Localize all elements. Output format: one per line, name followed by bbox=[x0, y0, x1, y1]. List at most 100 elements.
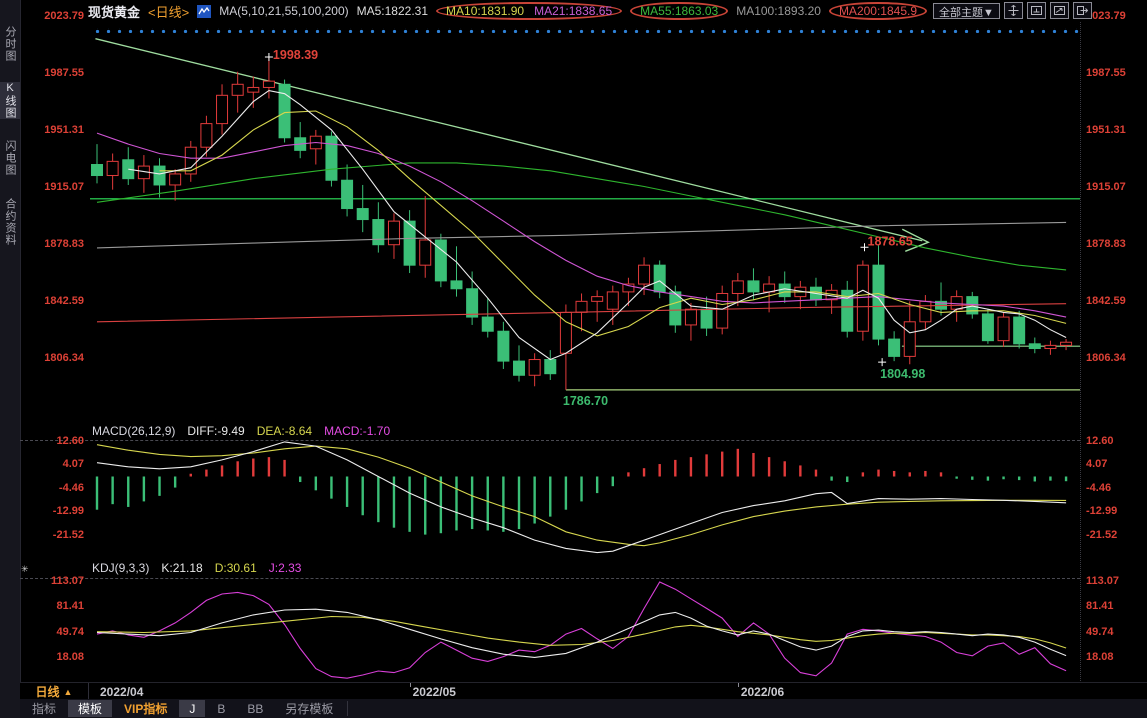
macd-histogram-bar bbox=[909, 472, 911, 476]
macd-histogram-bar bbox=[1002, 477, 1004, 480]
price-axis-label: 1987.55 bbox=[26, 67, 84, 79]
candle-body bbox=[498, 331, 509, 361]
candle-body bbox=[982, 314, 993, 341]
candle-body bbox=[857, 265, 868, 331]
candle-body bbox=[482, 317, 493, 331]
indicator-marker-icon[interactable]: ✳ bbox=[21, 564, 29, 575]
macd-axis-label: -4.46 bbox=[26, 482, 84, 494]
dotted-level-line bbox=[92, 28, 1080, 33]
macd-histogram-bar bbox=[815, 470, 817, 477]
tab-templates[interactable]: 模板 bbox=[68, 700, 112, 717]
candle-body bbox=[779, 284, 790, 297]
candle-body bbox=[904, 322, 915, 357]
macd-axis-label: -12.99 bbox=[1086, 505, 1117, 517]
chart-canvas[interactable]: 1998.391878.651804.981786.70 bbox=[0, 0, 1147, 718]
annotation-label: 1786.70 bbox=[563, 394, 608, 408]
macd-title: MACD(26,12,9) bbox=[92, 424, 175, 438]
date-tick bbox=[738, 683, 739, 687]
crosshair-icon[interactable] bbox=[1004, 2, 1023, 19]
macd-histogram-bar bbox=[96, 477, 98, 510]
candle-body bbox=[185, 147, 196, 174]
trendline bbox=[95, 39, 922, 241]
candle-body bbox=[685, 309, 696, 325]
macd-axis-label: -4.46 bbox=[1086, 482, 1111, 494]
candle-body bbox=[373, 220, 384, 245]
price-axis-label: 1842.59 bbox=[1086, 295, 1126, 307]
date-label: 2022/04 bbox=[100, 685, 143, 699]
macd-histogram-bar bbox=[315, 477, 317, 491]
macd-histogram-bar bbox=[549, 477, 551, 517]
kdj-j-line bbox=[97, 582, 1066, 678]
candle-body bbox=[592, 297, 603, 302]
ma55-value: MA55:1863.03 bbox=[640, 4, 718, 18]
tab-indicators[interactable]: 指标 bbox=[22, 700, 66, 717]
macd-panel-separator bbox=[20, 440, 1080, 441]
macd-histogram-bar bbox=[252, 459, 254, 477]
date-label: 2022/06 bbox=[741, 685, 784, 699]
price-axis-label: 1915.07 bbox=[26, 181, 84, 193]
candle-body bbox=[654, 265, 665, 292]
macd-histogram-bar bbox=[518, 477, 520, 530]
macd-histogram-bar bbox=[205, 470, 207, 477]
kdj-axis-label: 81.41 bbox=[26, 600, 84, 612]
macd-histogram-bar bbox=[987, 477, 989, 481]
timeframe-selector[interactable]: 日线 ▲ bbox=[20, 683, 89, 700]
macd-histogram-bar bbox=[1049, 477, 1051, 481]
tab-j[interactable]: J bbox=[179, 700, 205, 717]
macd-histogram-bar bbox=[690, 457, 692, 476]
tab-bb[interactable]: BB bbox=[237, 700, 273, 717]
symbol-name[interactable]: 现货黄金 bbox=[88, 2, 140, 21]
tab-separator bbox=[347, 701, 348, 716]
macd-histogram-bar bbox=[971, 477, 973, 480]
theme-selector-button[interactable]: 全部主题▼ bbox=[933, 3, 1000, 19]
tab-vip-indicators[interactable]: VIP指标 bbox=[114, 700, 177, 717]
annotation-ellipse-ma55: MA55:1863.03 bbox=[630, 2, 728, 20]
candle-body bbox=[998, 317, 1009, 341]
candle-body bbox=[232, 84, 243, 95]
macd-histogram-bar bbox=[408, 477, 410, 532]
candle-body bbox=[92, 165, 103, 176]
kdj-axis-label: 18.08 bbox=[1086, 651, 1114, 663]
annotation-label: 1998.39 bbox=[273, 48, 318, 62]
kdj-axis-label: 81.41 bbox=[1086, 600, 1114, 612]
candle-body bbox=[545, 360, 556, 374]
macd-histogram-bar bbox=[174, 477, 176, 488]
period-indicator[interactable]: <日线> bbox=[148, 2, 189, 21]
macd-histogram-bar bbox=[674, 460, 676, 477]
kline-icon[interactable] bbox=[197, 5, 211, 18]
price-axis-label: 1951.31 bbox=[1086, 124, 1126, 136]
candle-body bbox=[1029, 344, 1040, 349]
macd-diff-value: DIFF:-9.49 bbox=[187, 424, 244, 438]
macd-histogram-bar bbox=[330, 477, 332, 499]
ma10-value: MA10:1831.90 bbox=[446, 4, 524, 18]
kdj-axis-label: 18.08 bbox=[26, 651, 84, 663]
tab-save-template[interactable]: 另存模板 bbox=[275, 700, 343, 717]
split-pane-icon[interactable] bbox=[1027, 2, 1046, 19]
price-axis-label: 1878.83 bbox=[26, 238, 84, 250]
tab-b[interactable]: B bbox=[207, 700, 235, 717]
ma200-value: MA200:1845.9 bbox=[839, 4, 917, 18]
macd-histogram-bar bbox=[612, 477, 614, 487]
candle-body bbox=[951, 297, 962, 310]
macd-histogram-bar bbox=[424, 477, 426, 535]
macd-histogram-bar bbox=[658, 464, 660, 476]
macd-histogram-bar bbox=[768, 457, 770, 476]
price-axis-label: 2023.79 bbox=[1086, 10, 1126, 22]
macd-histogram-bar bbox=[862, 472, 864, 476]
price-axis-label: 1878.83 bbox=[1086, 238, 1126, 250]
macd-histogram-bar bbox=[955, 477, 957, 479]
kdj-d-value: D:30.61 bbox=[215, 561, 257, 575]
chart-header: 现货黄金 <日线> MA(5,10,21,55,100,200) MA5:182… bbox=[88, 2, 927, 20]
pane-layout-icon[interactable] bbox=[1050, 2, 1069, 19]
pop-out-icon[interactable] bbox=[1073, 2, 1092, 19]
macd-histogram-bar bbox=[893, 471, 895, 477]
candle-body bbox=[639, 265, 650, 284]
macd-histogram-bar bbox=[596, 477, 598, 494]
macd-histogram-bar bbox=[643, 468, 645, 476]
ma21-value: MA21:1838.65 bbox=[534, 4, 612, 18]
annotation-label: 1878.65 bbox=[868, 234, 913, 248]
kdj-k-value: K:21.18 bbox=[161, 561, 202, 575]
candle-body bbox=[420, 240, 431, 265]
price-mark-cross-icon bbox=[878, 358, 886, 366]
candle-body bbox=[748, 281, 759, 292]
